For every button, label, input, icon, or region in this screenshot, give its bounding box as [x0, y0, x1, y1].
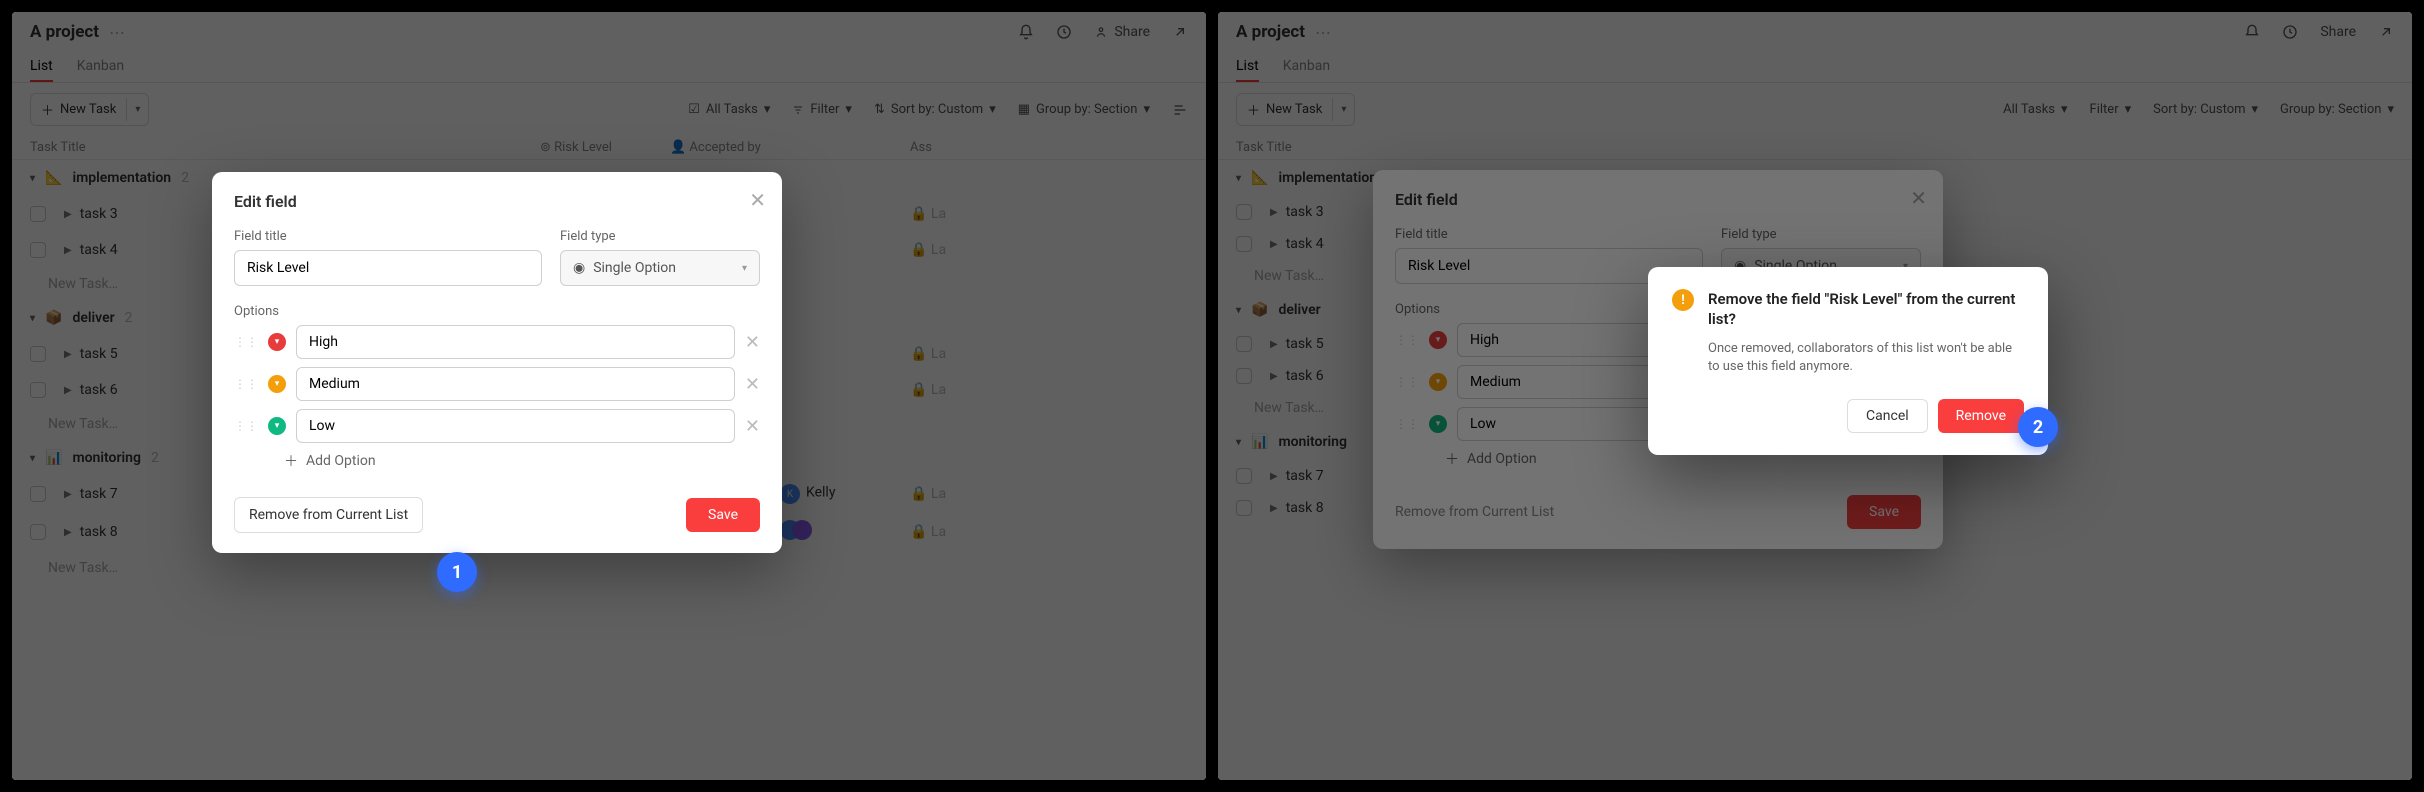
drag-icon[interactable]: ⋮⋮	[234, 335, 258, 349]
modal-title: Edit field	[234, 192, 760, 211]
confirm-title: Remove the field "Risk Level" from the c…	[1708, 289, 2024, 330]
confirm-dialog: ! Remove the field "Risk Level" from the…	[1648, 267, 2048, 455]
remove-from-list-button[interactable]: Remove from Current List	[1395, 504, 1554, 520]
close-icon[interactable]: ✕	[1910, 186, 1927, 210]
delete-option-icon[interactable]: ✕	[745, 416, 760, 437]
options-label: Options	[234, 304, 760, 319]
color-swatch[interactable]: ▾	[268, 375, 286, 393]
confirm-body: Once removed, collaborators of this list…	[1708, 340, 2024, 378]
delete-option-icon[interactable]: ✕	[745, 332, 760, 353]
drag-icon[interactable]: ⋮⋮	[234, 419, 258, 433]
delete-option-icon[interactable]: ✕	[745, 374, 760, 395]
save-button[interactable]: Save	[1847, 495, 1921, 529]
field-title-input[interactable]	[234, 250, 542, 286]
drag-icon[interactable]: ⋮⋮	[234, 377, 258, 391]
field-type-label: Field type	[560, 229, 760, 244]
scene-2: A project ⋯ Share List Kanban ＋New Task …	[1218, 12, 2412, 780]
plus-icon: ＋	[284, 451, 298, 471]
option-row: ⋮⋮ ▾ ✕	[234, 367, 760, 401]
field-title-label: Field title	[234, 229, 542, 244]
remove-from-list-button[interactable]: Remove from Current List	[234, 497, 423, 533]
step-marker-2: 2	[2018, 407, 2058, 447]
option-row: ⋮⋮ ▾ ✕	[234, 409, 760, 443]
chevron-down-icon: ▾	[742, 263, 747, 274]
option-input[interactable]	[296, 409, 735, 443]
remove-button[interactable]: Remove	[1938, 399, 2024, 433]
edit-field-modal: Edit field ✕ Field title Field type ◉ Si…	[212, 172, 782, 553]
cancel-button[interactable]: Cancel	[1847, 399, 1928, 433]
add-option-button[interactable]: ＋ Add Option	[234, 451, 760, 471]
color-swatch[interactable]: ▾	[268, 333, 286, 351]
color-swatch[interactable]: ▾	[268, 417, 286, 435]
save-button[interactable]: Save	[686, 498, 760, 532]
warning-icon: !	[1672, 289, 1694, 311]
option-input[interactable]	[296, 367, 735, 401]
option-row: ⋮⋮ ▾ ✕	[234, 325, 760, 359]
option-input[interactable]	[296, 325, 735, 359]
single-option-icon: ◉	[573, 260, 585, 276]
field-type-select[interactable]: ◉ Single Option ▾	[560, 250, 760, 286]
scene-1: A project ⋯ Share List Kanb	[12, 12, 1206, 780]
modal-title: Edit field	[1395, 190, 1921, 209]
step-marker-1: 1	[437, 552, 477, 592]
close-icon[interactable]: ✕	[749, 188, 766, 212]
